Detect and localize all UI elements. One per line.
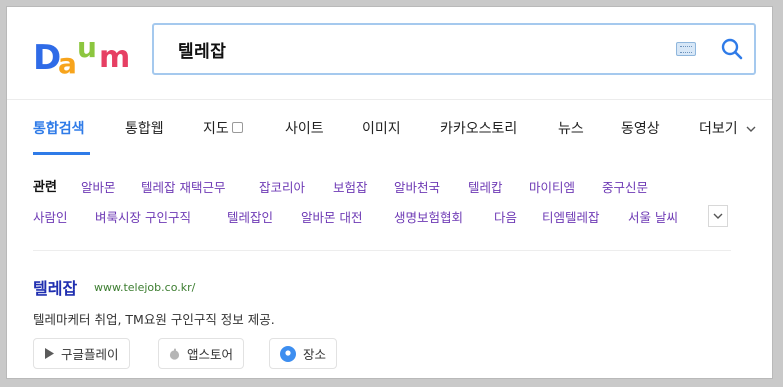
play-icon <box>45 348 54 359</box>
related-keyword[interactable]: 텔레잡 재택근무 <box>141 177 225 196</box>
map-box-icon <box>231 122 243 133</box>
app-store-label: 앱스토어 <box>187 347 234 362</box>
location-pin-icon <box>280 345 296 362</box>
related-keyword[interactable]: 알바천국 <box>394 177 440 196</box>
related-keyword[interactable]: 알바몬 <box>81 177 116 196</box>
tab-more-label: 더보기 <box>699 121 738 137</box>
related-searches: 관련 알바몬 텔레잡 재택근무 잡코리아 보험잡 알바천국 텔레캅 마이티엠 중… <box>7 156 772 254</box>
related-keyword[interactable]: 텔레잡인 <box>227 207 273 226</box>
result-url[interactable]: www.telejob.co.kr/ <box>94 281 195 294</box>
search-page: D a u m 텔레잡 통합검색 통합웹 지도 사이트 이미지 카카오스토리 뉴… <box>6 6 773 379</box>
search-box[interactable]: 텔레잡 <box>152 23 756 75</box>
search-button[interactable] <box>719 36 745 62</box>
divider <box>33 250 731 251</box>
tab-video[interactable]: 동영상 <box>621 118 660 138</box>
related-keyword[interactable]: 다음 <box>494 207 517 226</box>
related-keyword[interactable]: 벼룩시장 구인구직 <box>95 207 191 226</box>
related-keyword[interactable]: 사람인 <box>33 207 68 226</box>
related-keyword[interactable]: 중구신문 <box>602 177 648 196</box>
related-keyword[interactable]: 서울 날씨 <box>628 207 678 226</box>
app-store-button[interactable]: 앱스토어 <box>158 338 245 369</box>
keyboard-icon[interactable] <box>676 42 696 56</box>
tab-more[interactable]: 더보기 <box>699 118 756 138</box>
chevron-down-icon <box>746 126 756 132</box>
related-keyword[interactable]: 텔레캅 <box>468 177 503 196</box>
apple-icon <box>169 348 180 360</box>
related-keyword[interactable]: 마이티엠 <box>529 177 575 196</box>
tab-map-label: 지도 <box>203 121 229 137</box>
svg-text:m: m <box>99 40 130 75</box>
svg-text:a: a <box>58 47 77 77</box>
place-label: 장소 <box>303 347 327 362</box>
related-keyword[interactable]: 보험잡 <box>333 177 368 196</box>
related-label: 관련 <box>33 180 57 195</box>
daum-logo[interactable]: D a u m <box>33 31 137 77</box>
tab-news[interactable]: 뉴스 <box>558 118 584 138</box>
tab-site[interactable]: 사이트 <box>285 118 324 138</box>
tab-map[interactable]: 지도 <box>203 118 243 138</box>
search-input[interactable]: 텔레잡 <box>178 37 226 62</box>
tab-bar: 통합검색 통합웹 지도 사이트 이미지 카카오스토리 뉴스 동영상 더보기 <box>7 99 772 156</box>
related-keyword[interactable]: 알바몬 대전 <box>301 207 362 226</box>
related-keyword[interactable]: 잡코리아 <box>259 177 305 196</box>
related-keyword[interactable]: 생명보험협회 <box>394 207 463 226</box>
related-keyword[interactable]: 티엠텔레잡 <box>542 207 600 226</box>
tab-image[interactable]: 이미지 <box>362 118 401 138</box>
tab-kakaostory[interactable]: 카카오스토리 <box>440 118 517 138</box>
tab-integrated-web[interactable]: 통합웹 <box>125 118 164 138</box>
google-play-button[interactable]: 구글플레이 <box>33 338 130 369</box>
active-tab-indicator <box>33 152 90 155</box>
tab-integrated-search[interactable]: 통합검색 <box>33 118 85 138</box>
place-button[interactable]: 장소 <box>269 338 338 369</box>
result-description: 텔레마케터 취업, TM요원 구인구직 정보 제공. <box>33 312 275 327</box>
svg-text:u: u <box>77 31 97 64</box>
svg-text:D: D <box>33 38 61 77</box>
related-expand-button[interactable] <box>708 205 728 227</box>
result-title[interactable]: 텔레잡 <box>33 275 77 299</box>
chevron-down-icon <box>713 213 723 219</box>
google-play-label: 구글플레이 <box>61 347 119 362</box>
search-icon <box>721 38 743 60</box>
